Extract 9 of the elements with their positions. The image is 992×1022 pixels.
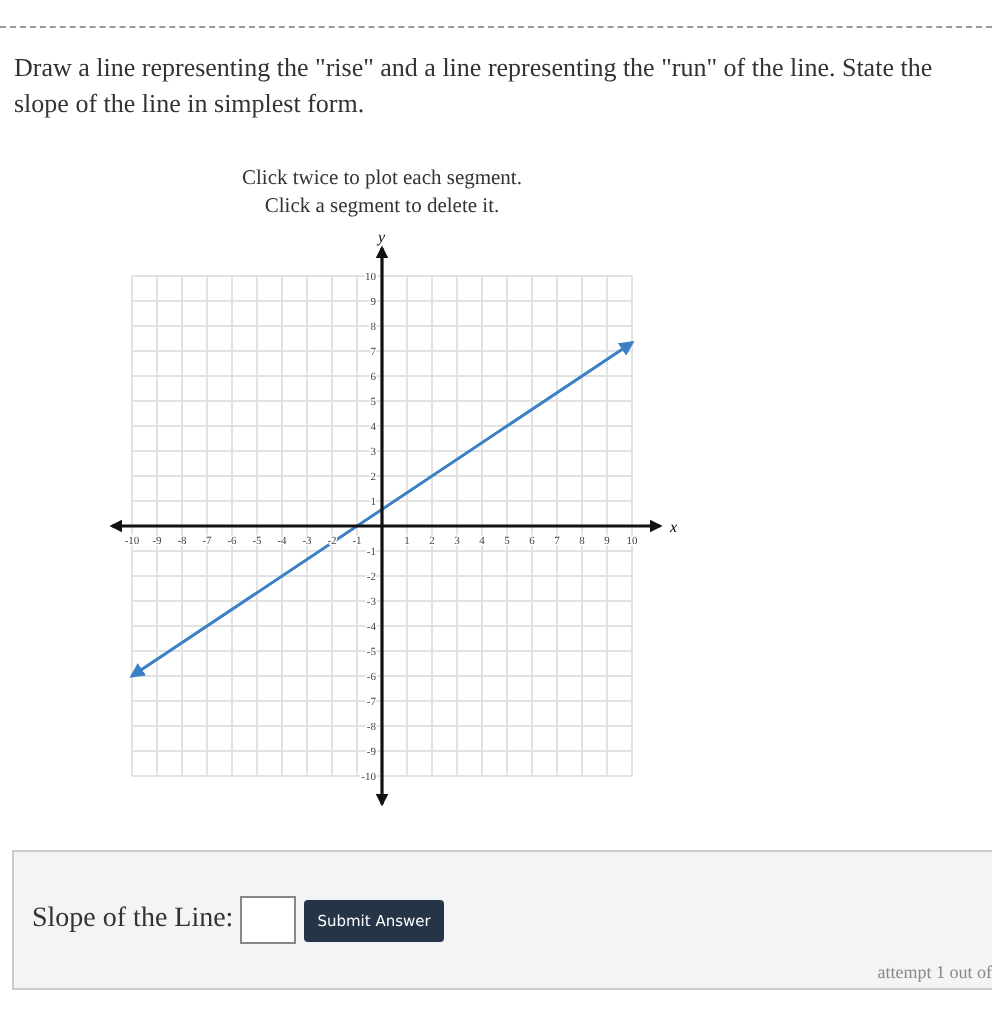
instruction-text: Click twice to plot each segment. — [240, 166, 524, 194]
slope-label: Slope of the Line: — [32, 904, 234, 936]
question-text: Draw a line representing the "rise" and a line representing the "run" of the line. State the slope of the line in simplest form. — [14, 50, 935, 122]
axis-label: x — [670, 518, 678, 536]
attempt-counter: attempt 1 out of — [877, 962, 992, 982]
instruction-text: Click a segment to delete it. — [262, 194, 502, 222]
slope-input-field[interactable] — [239, 896, 296, 944]
plotted-line[interactable] — [129, 341, 635, 678]
axis-label: y — [378, 228, 386, 246]
